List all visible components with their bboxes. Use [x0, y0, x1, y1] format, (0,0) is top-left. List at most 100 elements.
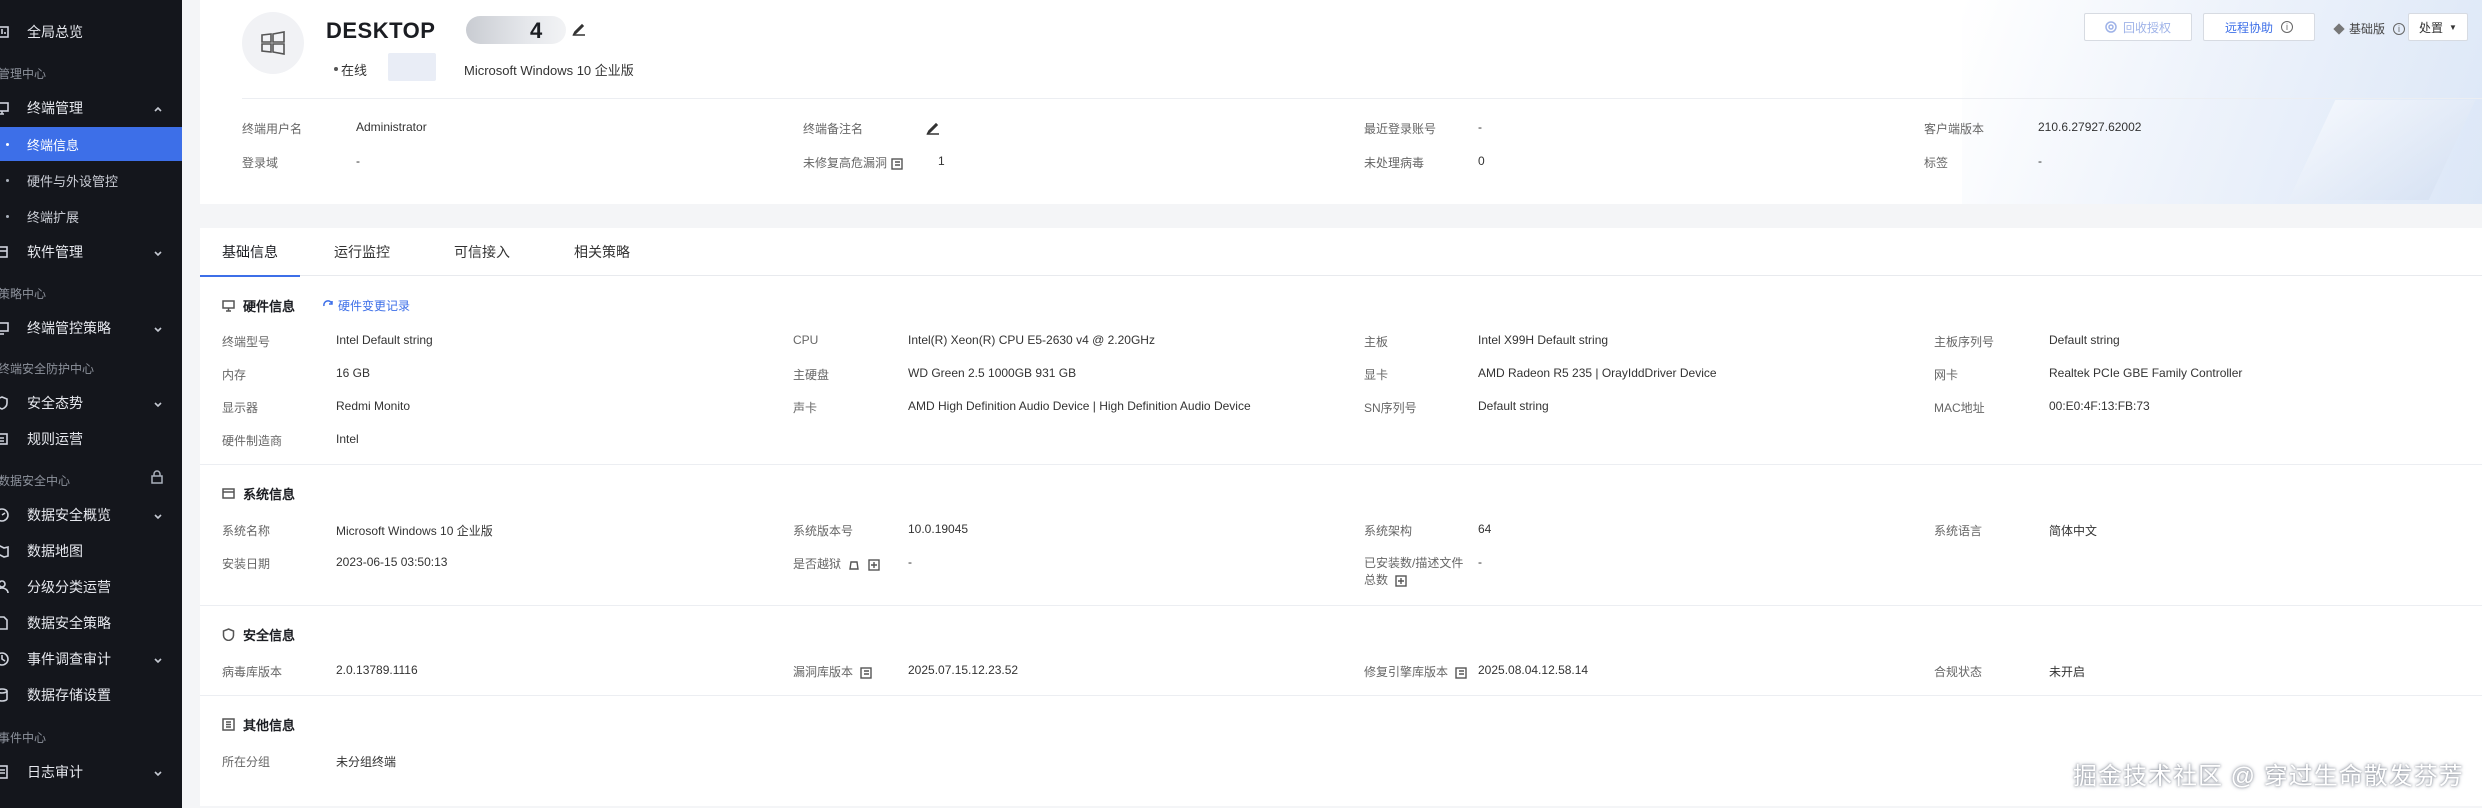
field-value: 64	[1478, 522, 1492, 536]
sidebar-item-terminal-info[interactable]: 终端信息	[0, 127, 182, 161]
field-label: 声卡	[793, 401, 818, 415]
monitor-icon	[222, 300, 235, 312]
policy-icon	[0, 320, 10, 336]
monitor-icon	[0, 100, 10, 116]
field-label: 系统架构	[1364, 524, 1413, 538]
sidebar-item-data-storage[interactable]: 数据存储设置	[0, 678, 182, 712]
field-value: 10.0.19045	[908, 522, 969, 536]
sidebar-item-hardware-control[interactable]: 硬件与外设管控	[0, 163, 182, 197]
field-label: 病毒库版本	[222, 665, 283, 679]
sidebar-item-label: 规则运营	[27, 431, 83, 447]
sidebar-item-label: 数据安全策略	[27, 615, 111, 631]
online-status-dot	[334, 67, 338, 71]
field-value: Intel(R) Xeon(R) CPU E5-2630 v4 @ 2.20GH…	[908, 333, 1155, 347]
field-label: 未处理病毒	[1364, 156, 1425, 170]
field-value: Default string	[2049, 333, 2120, 347]
chevron-up-icon	[152, 102, 164, 114]
sidebar-item-label: 终端信息	[27, 137, 80, 153]
tab-runtime-monitor[interactable]: 运行监控	[322, 228, 402, 276]
edit-note-icon[interactable]	[926, 121, 940, 135]
document-icon	[0, 615, 10, 631]
sidebar-item-rule-ops[interactable]: 规则运营	[0, 422, 182, 456]
clock-icon	[0, 651, 10, 667]
field-label: 终端备注名	[803, 122, 864, 136]
section-title-text: 安全信息	[243, 628, 296, 643]
tab-basic-info[interactable]: 基础信息	[200, 228, 300, 277]
field-label: 终端型号	[222, 335, 271, 349]
field-value: -	[356, 154, 360, 168]
sidebar-item-label: 终端管理	[27, 100, 83, 116]
field-value: -	[1478, 120, 1482, 134]
hostname-tail: 4	[530, 18, 543, 43]
field-label: 客户端版本	[1924, 122, 1985, 136]
diamond-icon	[2333, 22, 2345, 35]
link-text: 硬件变更记录	[338, 299, 411, 313]
section-title-text: 硬件信息	[243, 299, 296, 314]
sidebar-item-classification[interactable]: 分级分类运营	[0, 570, 182, 604]
field-label-text: 总数	[1364, 573, 1389, 587]
chevron-down-icon	[152, 766, 164, 778]
remote-assist-button[interactable]: 远程协助 i	[2203, 13, 2315, 41]
field-value: 2025.07.15.12.23.52	[908, 663, 1019, 677]
field-value: Intel X99H Default string	[1478, 333, 1609, 347]
field-value: 2025.08.04.12.58.14	[1478, 663, 1589, 677]
shield-icon	[222, 628, 235, 641]
field-label: 网卡	[1934, 368, 1959, 382]
edit-hostname-icon[interactable]	[572, 22, 586, 36]
field-label: 登录域	[242, 156, 279, 170]
sidebar-item-software[interactable]: 软件管理	[0, 235, 182, 269]
tab-trusted-access[interactable]: 可信接入	[442, 228, 522, 276]
sidebar-item-label: 事件调查审计	[27, 651, 111, 667]
field-value: Default string	[1478, 399, 1549, 413]
watermark: 掘金技术社区 @ 穿过生命散发芬芳	[2073, 763, 2464, 790]
field-label: 所在分组	[222, 755, 271, 769]
field-label-text: 漏洞库版本	[793, 665, 854, 679]
field-value: -	[1478, 555, 1482, 569]
action-dropdown[interactable]: 处置 ▼	[2408, 13, 2468, 41]
chevron-down-icon	[152, 246, 164, 258]
field-value: 简体中文	[2049, 524, 2098, 538]
software-icon	[0, 244, 10, 260]
sidebar-item-terminal-policy[interactable]: 终端管控策略	[0, 311, 182, 345]
hardware-change-log-link[interactable]: 硬件变更记录	[322, 297, 410, 314]
system-section-title: 系统信息	[222, 484, 295, 503]
field-value: Redmi Monito	[336, 399, 411, 413]
info-icon: i	[2393, 22, 2406, 35]
chevron-down-icon	[152, 397, 164, 409]
field-label: 修复引擎库版本	[1364, 663, 1468, 680]
field-value: Microsoft Windows 10 企业版	[336, 524, 493, 538]
sidebar-item-security-posture[interactable]: 安全态势	[0, 386, 182, 420]
field-label: 主硬盘	[793, 368, 830, 382]
sidebar-item-overview[interactable]: 全局总览	[0, 15, 182, 49]
sidebar-item-data-overview[interactable]: 数据安全概览	[0, 498, 182, 532]
field-label: 显卡	[1364, 368, 1389, 382]
caret-down-icon: ▼	[2449, 22, 2457, 32]
hostname-redacted	[466, 16, 566, 44]
recall-license-button[interactable]: 回收授权	[2084, 13, 2192, 41]
field-value: AMD Radeon R5 235 | OrayIddDriver Device	[1478, 366, 1717, 380]
lock-icon	[150, 470, 164, 487]
tab-related-policy[interactable]: 相关策略	[562, 228, 642, 276]
os-name: Microsoft Windows 10 企业版	[464, 63, 634, 78]
sidebar-item-label: 数据安全概览	[27, 507, 111, 523]
field-label: 系统语言	[1934, 524, 1983, 538]
field-label: 终端用户名	[242, 122, 303, 136]
sidebar-group-data-security: 数据安全中心	[0, 470, 180, 489]
database-icon	[0, 687, 10, 703]
field-label-text: 未修复高危漏洞	[803, 156, 888, 170]
dashboard-icon	[0, 24, 10, 40]
field-value: Intel	[336, 432, 359, 446]
sidebar-item-data-policy[interactable]: 数据安全策略	[0, 606, 182, 640]
sidebar-item-label: 终端管控策略	[27, 320, 111, 336]
sidebar-item-terminal-management[interactable]: 终端管理	[0, 91, 182, 125]
field-label: MAC地址	[1934, 401, 1985, 415]
sidebar-item-log-audit[interactable]: 日志审计	[0, 755, 182, 789]
sidebar-item-data-map[interactable]: 数据地图	[0, 534, 182, 568]
remote-assist-label: 远程协助	[2224, 20, 2273, 35]
terminal-detail: 基础信息 运行监控 可信接入 相关策略 硬件信息 硬件变更记录 终端型号 Int…	[200, 228, 2482, 806]
sidebar-item-terminal-extension[interactable]: 终端扩展	[0, 199, 182, 233]
field-label: 主板序列号	[1934, 335, 1995, 349]
sidebar-item-event-audit[interactable]: 事件调查审计	[0, 642, 182, 676]
field-label: SN序列号	[1364, 401, 1417, 415]
field-label: 已安装数/描述文件 总数	[1364, 555, 1463, 589]
